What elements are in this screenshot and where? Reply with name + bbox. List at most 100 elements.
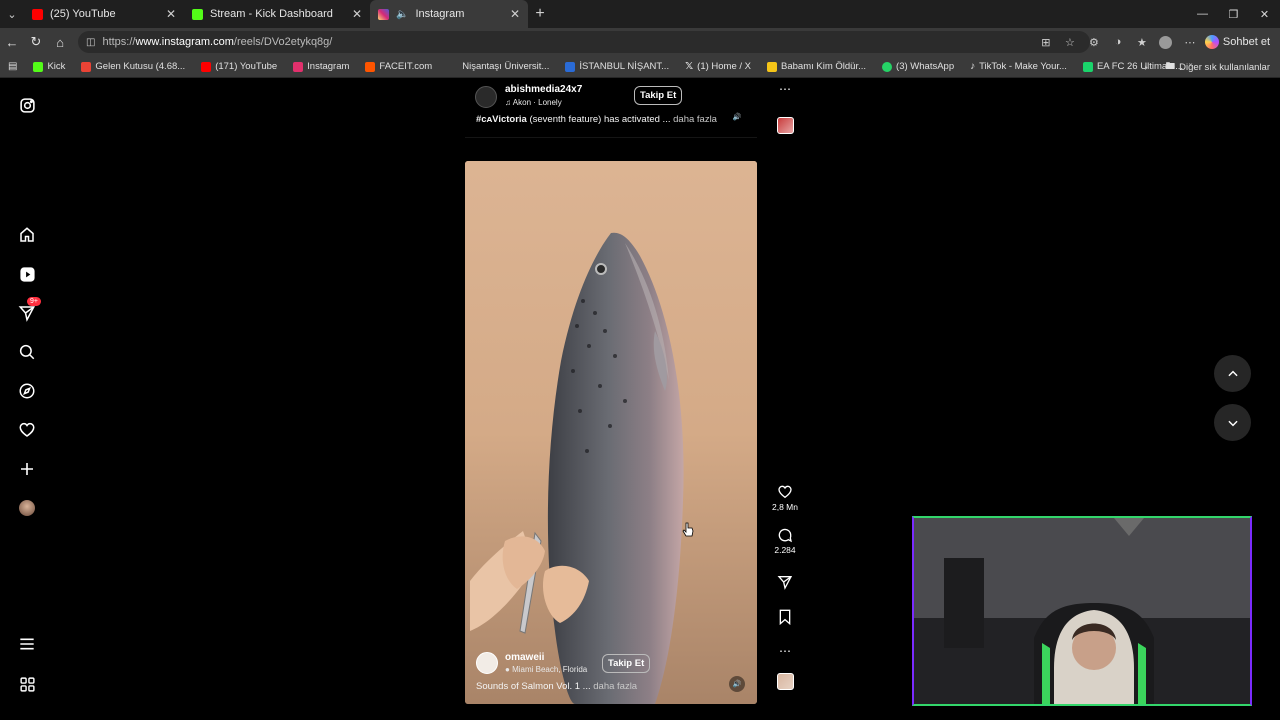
back-icon[interactable]: ← (0, 28, 24, 56)
extensions-icon[interactable]: ⚙ (1085, 33, 1103, 51)
bookmark-youtube[interactable]: (171) YouTube (193, 61, 285, 72)
audio-info[interactable]: ♫ Akon · Lonely (505, 98, 562, 107)
audio-thumbnail[interactable] (776, 673, 794, 690)
bookmark-faceit[interactable]: FACEIT.com (357, 61, 440, 72)
instagram-logo-icon[interactable] (17, 95, 37, 115)
speaker-icon[interactable]: 🔈 (396, 9, 408, 20)
profile-icon[interactable] (1157, 33, 1175, 51)
home-icon[interactable]: ⌂ (48, 28, 72, 56)
more-options-icon[interactable]: ⋯ (777, 82, 793, 96)
messages-icon[interactable]: 9+ (17, 297, 41, 323)
other-bookmarks[interactable]: 🖿 Diğer sık kullanılanlar (1166, 59, 1270, 75)
close-tab-icon[interactable]: ✕ (166, 7, 176, 21)
tab-actions-menu-icon[interactable]: ⌄ (0, 0, 24, 28)
menu-icon[interactable] (17, 634, 37, 654)
previous-reel-button[interactable] (1214, 355, 1251, 392)
browser-essentials-icon[interactable]: ◑ (1109, 33, 1127, 51)
notifications-heart-icon[interactable] (17, 420, 37, 440)
avatar[interactable] (476, 652, 498, 674)
copilot-button[interactable]: Sohbet et (1204, 35, 1270, 49)
explore-icon[interactable] (17, 381, 37, 401)
close-tab-icon[interactable]: ✕ (510, 7, 520, 21)
new-tab-button[interactable]: + (528, 0, 552, 28)
bookmark-istanbul-nisantasi[interactable]: İSTANBUL NİŞANT... (557, 61, 677, 72)
bookmark-x[interactable]: 𝕏 (1) Home / X (677, 61, 759, 72)
bookmark-icon[interactable] (778, 609, 792, 625)
bookmark-whatsapp[interactable]: (3) WhatsApp (874, 61, 962, 72)
app-available-icon[interactable]: ⊞ (1037, 33, 1055, 51)
site-info-icon[interactable]: ◫ (86, 37, 95, 48)
ea-fc-icon (1082, 61, 1093, 72)
favorite-star-icon[interactable]: ☆ (1061, 33, 1079, 51)
reel-video[interactable]: omaweii ● Miami Beach, Florida Takip Et … (465, 161, 757, 704)
reel-actions: 2,8 Mn 2.284 ⋯ (770, 484, 800, 690)
tab-youtube[interactable]: (25) YouTube ✕ (24, 0, 184, 28)
hashtag-link[interactable]: #ᴄᴀVictoria (476, 114, 527, 125)
instagram-icon (378, 8, 389, 20)
share-action[interactable] (777, 574, 793, 590)
next-reel-button[interactable] (1214, 404, 1251, 441)
audio-thumbnail[interactable] (777, 117, 794, 134)
comment-icon[interactable] (777, 527, 793, 543)
reload-icon[interactable]: ↻ (24, 28, 48, 56)
restore-icon[interactable]: ❐ (1218, 0, 1249, 28)
bookmarks-overflow: › 🖿 Diğer sık kullanılanlar (1144, 56, 1270, 78)
more-options-icon[interactable]: ⋯ (779, 644, 791, 658)
bookmark-imdb[interactable]: Babamı Kim Öldür... (759, 61, 874, 72)
youtube-icon (32, 8, 43, 20)
bookmark-label: İSTANBUL NİŞANT... (579, 61, 670, 72)
minimize-icon[interactable]: — (1187, 0, 1218, 28)
apps-icon[interactable] (17, 674, 37, 694)
location-label: Miami Beach, Florida (512, 665, 588, 674)
bookmark-tiktok[interactable]: ♪ TikTok - Make Your... (962, 61, 1075, 72)
university-icon (565, 61, 576, 72)
bookmark-gmail[interactable]: Gelen Kutusu (4.68... (73, 61, 193, 72)
share-icon[interactable] (777, 574, 793, 590)
salmon-illustration (465, 161, 757, 704)
heart-icon[interactable] (777, 484, 793, 500)
bookmark-label: Instagram (307, 61, 350, 72)
like-action[interactable]: 2,8 Mn (772, 484, 798, 512)
bookmark-label: FACEIT.com (379, 61, 433, 72)
reel-caption: #ᴄᴀVictoria (seventh feature) has activa… (476, 114, 717, 125)
chevron-right-icon[interactable]: › (1144, 62, 1147, 73)
caption-text: (seventh feature) has activated ... (526, 114, 671, 125)
toolbar-right: ⊞ ☆ ⚙ ◑ ★ ⋯ Sohbet et (1037, 28, 1280, 56)
close-window-icon[interactable]: ✕ (1249, 0, 1280, 28)
instagram-sidebar: 9+ (0, 78, 54, 720)
reel-username[interactable]: abishmedia24x7 (505, 84, 582, 95)
reel-username[interactable]: omaweii (505, 652, 544, 663)
more-link[interactable]: daha fazla (591, 681, 637, 692)
address-toolbar: ← ↻ ⌂ ◫ https://www.instagram.com/reels/… (0, 28, 1280, 56)
home-icon[interactable] (17, 225, 37, 245)
reels-icon[interactable] (17, 264, 37, 284)
bookmark-kick[interactable]: Kick (25, 61, 73, 72)
bookmarks-collections-icon[interactable]: ▤ (0, 61, 25, 72)
favorites-icon[interactable]: ★ (1133, 33, 1151, 51)
bookmarks-bar: ▤ Kick Gelen Kutusu (4.68... (171) YouTu… (0, 56, 1280, 78)
bookmark-instagram[interactable]: Instagram (285, 61, 357, 72)
follow-button[interactable]: Takip Et (634, 86, 683, 105)
tab-kick-dashboard[interactable]: Stream - Kick Dashboard ✕ (184, 0, 370, 28)
url-path: /reels/DVo2etykq8g/ (233, 36, 333, 48)
avatar[interactable] (475, 86, 497, 108)
close-tab-icon[interactable]: ✕ (352, 7, 362, 21)
save-action[interactable] (778, 609, 792, 625)
location-pin-icon: ● (505, 665, 510, 674)
location-info[interactable]: ● Miami Beach, Florida (505, 665, 587, 674)
comment-action[interactable]: 2.284 (774, 527, 796, 555)
chevron-down-icon (1227, 420, 1238, 426)
profile-avatar[interactable] (17, 498, 37, 518)
tab-instagram[interactable]: 🔈 Instagram ✕ (370, 0, 528, 28)
search-icon[interactable] (17, 342, 37, 362)
settings-more-icon[interactable]: ⋯ (1181, 33, 1199, 51)
notification-badge: 9+ (27, 297, 41, 306)
bookmark-nisantasi[interactable]: Nişantaşı Üniversit... (440, 61, 557, 72)
create-plus-icon[interactable] (17, 459, 37, 479)
speaker-icon[interactable]: 🔊 (729, 676, 745, 692)
speaker-icon[interactable]: 🔊 (729, 109, 745, 125)
follow-button[interactable]: Takip Et (602, 654, 651, 673)
mouse-cursor-icon (682, 522, 694, 537)
address-bar[interactable]: ◫ https://www.instagram.com/reels/DVo2et… (78, 31, 1090, 53)
more-link[interactable]: daha fazla (670, 114, 717, 125)
